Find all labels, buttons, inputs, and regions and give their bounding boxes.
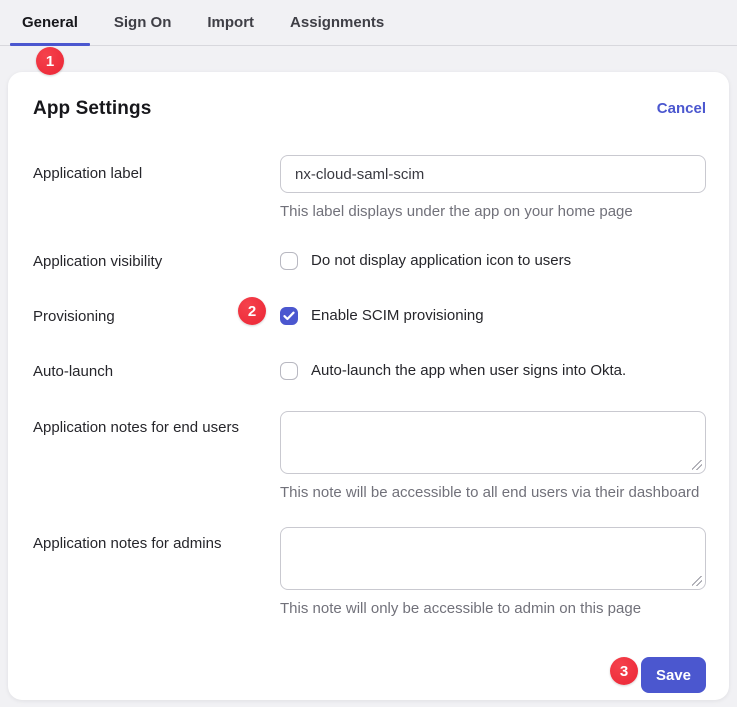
provisioning-checkbox-label: Enable SCIM provisioning (311, 306, 484, 326)
application-visibility-checkbox-label: Do not display application icon to users (311, 251, 571, 271)
card-footer: Save (33, 657, 706, 693)
auto-launch-label: Auto-launch (33, 361, 280, 382)
page-title: App Settings (33, 98, 151, 120)
application-label-row: Application label This label displays un… (33, 155, 706, 219)
notes-admins-label: Application notes for admins (33, 527, 280, 554)
tab-assignments[interactable]: Assignments (278, 0, 396, 45)
tab-bar: General Sign On Import Assignments (0, 0, 737, 46)
app-settings-card: App Settings Cancel Application label Th… (8, 72, 729, 700)
application-visibility-row: Application visibility Do not display ap… (33, 251, 706, 272)
provisioning-checkbox[interactable] (280, 307, 298, 325)
annotation-badge-3: 3 (610, 657, 638, 685)
checkmark-icon (283, 311, 295, 321)
provisioning-row: Provisioning Enable SCIM provisioning (33, 306, 706, 327)
auto-launch-checkbox-label: Auto-launch the app when user signs into… (311, 361, 626, 381)
notes-end-users-row: Application notes for end users This not… (33, 411, 706, 500)
auto-launch-row: Auto-launch Auto-launch the app when use… (33, 361, 706, 382)
notes-end-users-textarea[interactable] (280, 411, 706, 474)
application-visibility-label: Application visibility (33, 251, 280, 272)
save-button[interactable]: Save (641, 657, 706, 693)
application-label-input[interactable] (280, 155, 706, 193)
application-visibility-checkbox[interactable] (280, 252, 298, 270)
notes-admins-textarea[interactable] (280, 527, 706, 590)
notes-admins-helper: This note will only be accessible to adm… (280, 601, 706, 616)
notes-admins-row: Application notes for admins This note w… (33, 527, 706, 616)
tab-import[interactable]: Import (195, 0, 266, 45)
tab-general[interactable]: General (10, 0, 90, 45)
cancel-link[interactable]: Cancel (657, 98, 706, 117)
card-header: App Settings Cancel (33, 98, 706, 122)
auto-launch-checkbox[interactable] (280, 362, 298, 380)
annotation-badge-1: 1 (36, 47, 64, 75)
notes-end-users-label: Application notes for end users (33, 411, 280, 438)
notes-end-users-helper: This note will be accessible to all end … (280, 485, 706, 500)
annotation-badge-2: 2 (238, 297, 266, 325)
application-label-label: Application label (33, 155, 280, 184)
application-label-helper: This label displays under the app on you… (280, 204, 706, 219)
tab-sign-on[interactable]: Sign On (102, 0, 184, 45)
